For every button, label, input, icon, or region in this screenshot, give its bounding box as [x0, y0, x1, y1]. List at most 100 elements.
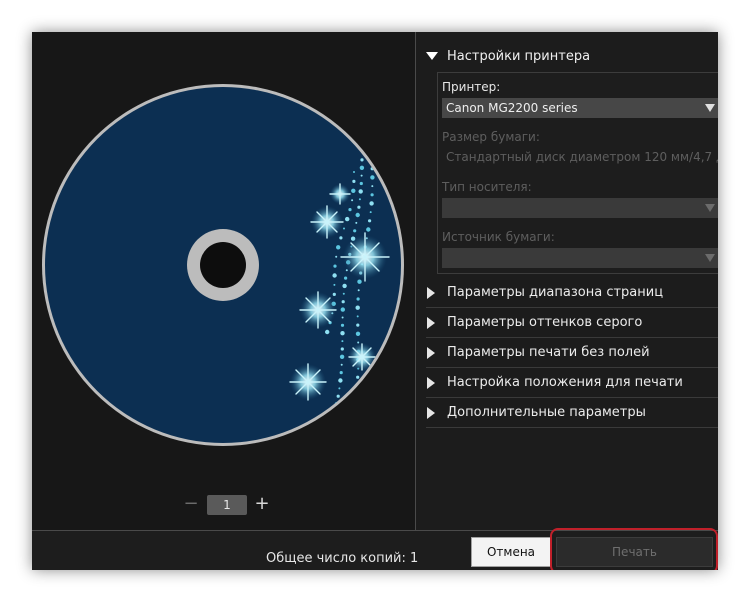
paper-source-select [442, 248, 718, 268]
disc-center-hole [200, 242, 246, 288]
sparkle-dot [357, 289, 360, 292]
total-copies-text: Общее число копий: 1 [266, 551, 419, 566]
printer-settings-header[interactable]: Настройки принтера [426, 46, 718, 68]
sparkle-dot [356, 315, 359, 318]
sparkle-dot [341, 316, 344, 319]
sparkle-dot [353, 171, 355, 173]
sparkle-dot [358, 198, 361, 201]
section-label: Дополнительные параметры [447, 405, 646, 420]
printer-select[interactable]: Canon MG2200 series [442, 98, 718, 118]
sparkle-dot [325, 329, 330, 335]
section-borderless[interactable]: Параметры печати без полей [426, 338, 718, 368]
printer-settings-title: Настройки принтера [447, 49, 591, 64]
sparkle-dot [356, 297, 360, 301]
disc-preview-panel: − 1 + [32, 32, 416, 530]
sparkle-dot [336, 394, 340, 398]
sparkle-dot [343, 227, 345, 230]
copies-control: − 1 + [32, 494, 415, 516]
sparkle-dot [359, 165, 365, 170]
sparkle-dot [369, 201, 374, 206]
triangle-right-icon [427, 376, 435, 389]
sparkle-dot [341, 300, 345, 304]
sparkle-dot [351, 199, 354, 202]
sparkle-dot [339, 236, 343, 240]
section-label: Настройка положения для печати [447, 375, 683, 390]
sparkle-dot [356, 323, 360, 327]
copies-increase-button[interactable]: + [253, 494, 271, 516]
sparkle-dot [368, 219, 372, 223]
section-label: Параметры оттенков серого [447, 315, 643, 330]
printer-settings-group: Принтер: Canon MG2200 series Размер бума… [437, 72, 718, 274]
dropdown-arrow-icon [705, 204, 715, 212]
sparkle-dot [340, 307, 345, 312]
triangle-right-icon [427, 316, 435, 329]
sparkle-dot [360, 158, 364, 162]
disc-image [42, 84, 404, 446]
dropdown-arrow-icon [705, 254, 715, 262]
section-label: Параметры диапазона страниц [447, 285, 664, 300]
sparkle-dot [352, 179, 356, 183]
sparkle-dot [340, 347, 344, 351]
sparkle-dot [357, 279, 362, 284]
sparkle-dot [357, 341, 360, 344]
triangle-right-icon [427, 346, 435, 359]
cancel-button[interactable]: Отмена [471, 537, 551, 567]
dropdown-arrow-icon [705, 104, 715, 112]
sparkle-dot [358, 189, 363, 194]
sparkle-dot [359, 181, 363, 186]
sparkle-dot [355, 221, 358, 224]
sparkle-dot [371, 159, 373, 161]
sparkle-dot [342, 283, 347, 289]
sparkle-dot [338, 387, 341, 390]
sparkle-dot [351, 409, 356, 415]
settings-panel: Настройки принтера Принтер: Canon MG2200… [416, 32, 718, 530]
sparkle-dot [344, 276, 348, 280]
section-page-range[interactable]: Параметры диапазона страниц [426, 278, 718, 308]
sparkle-dot [340, 331, 345, 336]
sparkle-dot [366, 227, 371, 232]
sparkle-dot [370, 193, 374, 197]
section-advanced[interactable]: Дополнительные параметры [426, 398, 718, 428]
sparkle-dot [332, 273, 337, 278]
sparkle-dot [355, 305, 360, 310]
paper-size-value: Стандартный диск диаметром 120 мм/4,7 дю… [446, 150, 718, 164]
sparkle-dot [353, 229, 357, 233]
sparkle-dot [339, 371, 343, 375]
sparkle-dot [357, 205, 361, 209]
sparkle-dot [371, 185, 374, 188]
printer-select-value: Canon MG2200 series [446, 101, 578, 115]
sparkle-dot [335, 255, 338, 258]
disc-preview [40, 82, 406, 448]
sparkle-dot [334, 411, 337, 413]
printer-label: Принтер: [442, 80, 501, 94]
section-label: Параметры печати без полей [447, 345, 650, 360]
copies-value-field[interactable]: 1 [207, 495, 247, 515]
print-dialog: − 1 + Настройки принтера Принтер: Canon … [32, 32, 718, 570]
copies-decrease-button[interactable]: − [182, 494, 200, 516]
sparkle-dot [340, 363, 343, 366]
sparkle-dot [332, 292, 336, 296]
sparkle-dot [342, 292, 345, 295]
media-type-select [442, 198, 718, 218]
sparkle-dot [338, 378, 343, 383]
sparkle-dot [370, 175, 375, 180]
sparkle-dot [360, 174, 363, 177]
triangle-down-icon [426, 52, 438, 60]
triangle-right-icon [427, 406, 435, 419]
sparkle-dot [356, 375, 360, 379]
section-print-position[interactable]: Настройка положения для печати [426, 368, 718, 398]
sparkle-dot [351, 188, 356, 193]
sparkle-dot [355, 331, 361, 336]
sparkle-dot [345, 216, 350, 222]
sparkle-dot [355, 212, 360, 218]
sparkle-dot [353, 401, 357, 405]
sparkle-dot [355, 393, 357, 396]
paper-size-label: Размер бумаги: [442, 130, 540, 144]
media-type-label: Тип носителя: [442, 180, 532, 194]
sparkle-dot [333, 283, 336, 286]
paper-source-label: Источник бумаги: [442, 230, 555, 244]
section-grayscale[interactable]: Параметры оттенков серого [426, 308, 718, 338]
triangle-right-icon [427, 286, 435, 299]
sparkle-dot [348, 208, 352, 212]
sparkle-dot [341, 340, 344, 343]
